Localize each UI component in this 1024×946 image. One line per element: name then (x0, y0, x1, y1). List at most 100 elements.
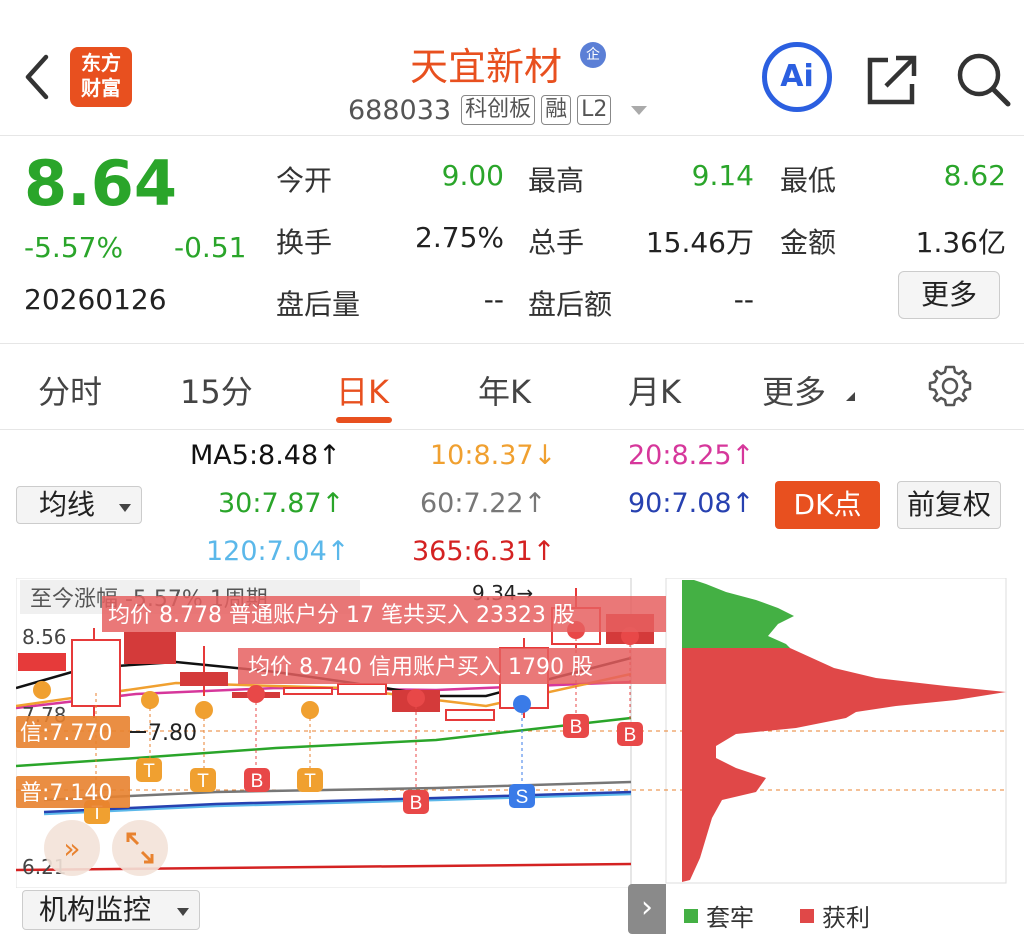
divider (0, 429, 1024, 430)
tag-star-market: 科创板 (461, 95, 536, 125)
badge-s-text: S (516, 787, 529, 808)
candle (445, 709, 495, 721)
badge-b-text: B (624, 725, 637, 746)
ma10-value: 10:8.37↓ (430, 440, 557, 471)
tab-more[interactable]: 更多 (762, 367, 826, 413)
legend-profit-label: 获利 (822, 904, 870, 932)
badge-t-text: T (197, 771, 209, 792)
back-arrow-icon[interactable] (22, 52, 52, 102)
double-chevron-icon: » (63, 832, 80, 865)
label-low: 最低 (780, 164, 837, 197)
chevron-down-icon (177, 908, 189, 916)
tab-15min[interactable]: 15分 (180, 367, 253, 413)
search-icon[interactable] (954, 50, 1012, 108)
candle (71, 639, 121, 707)
avg-buy-text-2: 均价 8.740 信用账户买入 1790 股 (248, 655, 593, 680)
marker-dot (513, 695, 531, 713)
label-amount: 金额 (780, 226, 837, 259)
dropdown-triangle-icon (631, 105, 648, 115)
candle (337, 683, 387, 695)
marker-dot (407, 689, 425, 707)
institution-monitor-label: 机构监控 (39, 893, 152, 926)
value-afterhours-amount: -- (733, 283, 754, 316)
expand-chart-button[interactable] (112, 820, 168, 876)
quote-date: 20260126 (24, 283, 167, 316)
legend-swatch-red (800, 908, 814, 923)
candle (283, 687, 333, 695)
app-logo: 东方 财富 (70, 47, 132, 107)
enterprise-badge: 企 (580, 42, 606, 68)
value-turnover: 2.75% (415, 221, 504, 254)
legend-profit: 获利 (800, 898, 870, 933)
normal-cost-text: 普:7.140 (20, 781, 112, 806)
chevron-down-icon (119, 504, 131, 512)
badge-b-text: B (410, 793, 423, 814)
marker-dot (195, 701, 213, 719)
badge-b-text: B (570, 717, 583, 738)
label-volume: 总手 (528, 226, 585, 259)
top-bar: 东方 财富 天宜新材 企 688033 科创板 融 L2 Ai (0, 0, 1024, 136)
marker-dot (301, 701, 319, 719)
dk-point-label: DK点 (793, 488, 862, 521)
value-open: 9.00 (441, 159, 504, 192)
period-tabs: 分时 15分 日K 年K 月K 更多 (0, 343, 1024, 429)
settings-gear-icon[interactable] (928, 364, 972, 408)
ma30-value: 30:7.87↑ (218, 488, 345, 519)
ma60-value: 60:7.22↑ (420, 488, 547, 519)
value-volume: 15.46万 (645, 226, 754, 259)
marker-dot (247, 685, 265, 703)
tag-level2: L2 (577, 95, 612, 125)
more-triangle-icon (846, 392, 855, 401)
change-amount: -0.51 (174, 231, 247, 264)
dk-point-button[interactable]: DK点 (775, 481, 880, 529)
value-low: 8.62 (943, 159, 1006, 192)
quote-panel: 8.64 -5.57% -0.51 20260126 今开 9.00 最高 9.… (0, 137, 1024, 343)
stock-name: 天宜新材 (410, 45, 563, 89)
legend-trapped-label: 套牢 (706, 904, 754, 932)
share-icon[interactable] (866, 52, 920, 106)
candle (180, 672, 228, 686)
tab-intraday[interactable]: 分时 (38, 367, 102, 413)
candle (124, 632, 176, 664)
ma120-value: 120:7.04↑ (206, 536, 350, 567)
legend-swatch-green (684, 908, 698, 923)
tag-margin: 融 (541, 95, 572, 125)
label-afterhours-volume: 盘后量 (276, 288, 361, 321)
current-price: 8.64 (24, 147, 177, 220)
badge-t-text: T (143, 761, 155, 782)
ma20-value: 20:8.25↑ (628, 440, 755, 471)
ma5-value: MA5:8.48↑ (190, 440, 341, 471)
badge-b-text: B (251, 771, 264, 792)
marker-dot (141, 691, 159, 709)
institution-monitor-select[interactable]: 机构监控 (22, 890, 200, 930)
ma-type-select[interactable]: 均线 (16, 486, 142, 524)
price-axis-top: 8.56 (22, 625, 67, 649)
label-turnover: 换手 (276, 226, 333, 259)
chevron-right-icon[interactable]: › (628, 884, 666, 934)
ai-assistant-button[interactable]: Ai (762, 42, 832, 112)
stock-code-row[interactable]: 688033 科创板 融 L2 (348, 94, 648, 126)
kline-chart[interactable]: T T B T B S B B T 至今涨幅 -5.57% 1周期 9.34→ … (16, 578, 1008, 888)
tab-daily-k[interactable]: 日K (336, 367, 389, 413)
forward-adjust-button[interactable]: 前复权 (897, 481, 1001, 529)
credit-cost-text: 信:7.770 (20, 721, 112, 746)
tab-monthly-k[interactable]: 月K (628, 367, 681, 413)
label-afterhours-amount: 盘后额 (528, 288, 613, 321)
label-high: 最高 (528, 164, 585, 197)
candle (18, 653, 66, 671)
avg-buy-text-1: 均价 8.778 普通账户分 17 笔共买入 23323 股 (108, 603, 575, 628)
badge-t-text: T (304, 771, 316, 792)
change-percent: -5.57% (24, 231, 124, 264)
ma90-value: 90:7.08↑ (628, 488, 755, 519)
ma365-value: 365:6.31↑ (412, 536, 556, 567)
marker-dot (33, 681, 51, 699)
more-quote-button[interactable]: 更多 (898, 271, 1000, 319)
legend-trapped: 套牢 (684, 898, 754, 933)
ma-type-label: 均线 (39, 488, 96, 521)
label-open: 今开 (276, 164, 333, 197)
price-780-label: 7.80 (148, 721, 197, 746)
value-high: 9.14 (691, 159, 754, 192)
value-afterhours-volume: -- (483, 283, 504, 316)
active-tab-indicator (336, 417, 392, 423)
tab-yearly-k[interactable]: 年K (478, 367, 531, 413)
